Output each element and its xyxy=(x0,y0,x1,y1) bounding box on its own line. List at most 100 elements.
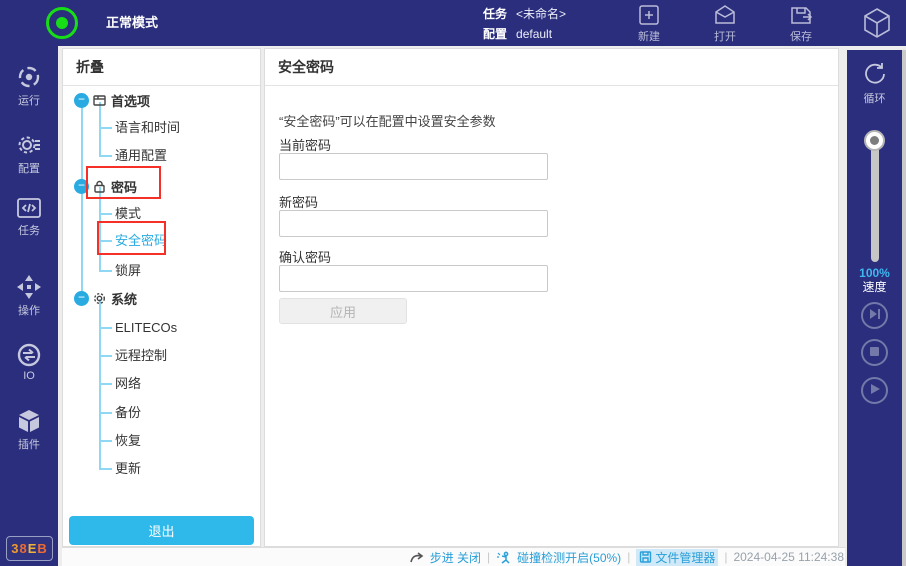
save-icon xyxy=(778,4,824,26)
sidebar-item-config[interactable]: 配置 xyxy=(0,132,58,176)
sidebar-item-label: IO xyxy=(23,370,35,382)
collision-detection-icon xyxy=(496,551,511,564)
sidebar-item-jog[interactable]: 操作 xyxy=(0,274,58,318)
settings-tree-panel: 折叠 − 首选项 语言和时间 通用配置 − 密码 模式 安全密码 锁屏 xyxy=(62,48,261,547)
tree-stub-line xyxy=(100,127,112,129)
mode-label: 正常模式 xyxy=(106,0,158,46)
speed-slider-track[interactable] xyxy=(871,138,879,262)
collapse-minus-icon[interactable]: − xyxy=(74,179,89,194)
speed-label: 速度 xyxy=(847,280,902,294)
preferences-list-icon xyxy=(93,94,106,107)
speed-percent: 100% xyxy=(847,266,902,280)
apply-button[interactable]: 应用 xyxy=(279,298,407,324)
left-nav-rail: 运行 配置 任务 操作 xyxy=(0,46,58,566)
config-label: 配置 xyxy=(483,27,507,41)
confirm-password-field[interactable] xyxy=(279,265,548,292)
tree-item-remote-control[interactable]: 远程控制 xyxy=(115,348,167,364)
sidebar-item-task[interactable]: 任务 xyxy=(0,196,58,238)
save-task-button[interactable]: 保存 xyxy=(778,4,824,44)
tree-item-language-time[interactable]: 语言和时间 xyxy=(115,120,180,136)
sidebar-item-label: 配置 xyxy=(18,163,40,175)
loop-label: 循环 xyxy=(864,93,886,105)
robot-status-indicator-icon xyxy=(46,7,78,39)
task-label: 任务 xyxy=(483,7,507,21)
new-password-field[interactable] xyxy=(279,210,548,237)
task-info: 任务 <未命名> 配置 default xyxy=(483,4,566,44)
tree-item-network[interactable]: 网络 xyxy=(115,376,141,392)
tree-branch-line xyxy=(99,102,101,157)
tree-node-password[interactable]: − 密码 xyxy=(74,177,137,195)
tree-item-mode[interactable]: 模式 xyxy=(115,206,141,222)
sidebar-item-label: 插件 xyxy=(18,439,40,451)
lock-icon xyxy=(93,180,106,193)
tree-stub-line xyxy=(100,383,112,385)
open-task-label: 打开 xyxy=(702,28,748,44)
tree-stub-line xyxy=(100,240,112,242)
speed-readout: 100% 速度 xyxy=(847,266,902,294)
elite-logo-icon xyxy=(860,6,894,40)
run-target-icon xyxy=(0,64,58,90)
status-separator: | xyxy=(627,550,630,564)
save-task-label: 保存 xyxy=(778,28,824,44)
top-bar: 正常模式 任务 <未命名> 配置 default 新建 打开 保存 xyxy=(0,0,906,46)
collapse-minus-icon[interactable]: − xyxy=(74,291,89,306)
skip-next-icon xyxy=(869,307,881,325)
tree-item-elitecos[interactable]: ELITECOs xyxy=(115,320,177,336)
tree-panel-title[interactable]: 折叠 xyxy=(63,49,260,86)
collision-detection-status[interactable]: 碰撞检测开启(50%) xyxy=(517,549,621,566)
tree-node-preferences[interactable]: − 首选项 xyxy=(74,91,150,109)
tree-trunk-line xyxy=(81,101,83,298)
file-manager-button[interactable]: 文件管理器 xyxy=(636,549,718,566)
new-file-icon xyxy=(626,4,672,26)
tree-branch-line xyxy=(99,187,101,272)
move-arrows-icon xyxy=(0,274,58,300)
task-value: <未命名> xyxy=(516,7,566,21)
gear-icon xyxy=(93,292,106,305)
status-timestamp: 2024-04-25 11:24:38 xyxy=(733,550,844,564)
tree-node-label: 首选项 xyxy=(111,91,150,110)
new-password-label: 新密码 xyxy=(279,192,318,211)
play-icon xyxy=(869,382,881,400)
tree-item-general-config[interactable]: 通用配置 xyxy=(115,148,167,164)
loop-control[interactable]: 循环 xyxy=(847,60,902,106)
new-task-label: 新建 xyxy=(626,28,672,44)
open-folder-icon xyxy=(702,4,748,26)
tree-item-lock-screen[interactable]: 锁屏 xyxy=(115,263,141,279)
speed-slider-handle[interactable] xyxy=(864,130,885,151)
tree-item-backup[interactable]: 备份 xyxy=(115,405,141,421)
new-task-button[interactable]: 新建 xyxy=(626,4,672,44)
window-edge xyxy=(902,50,906,566)
step-mode-status[interactable]: 步进 关闭 xyxy=(430,549,481,566)
play-button[interactable] xyxy=(861,377,888,404)
tree-stub-line xyxy=(100,327,112,329)
cube-icon xyxy=(0,408,58,434)
config-value: default xyxy=(516,27,552,41)
exit-button[interactable]: 退出 xyxy=(69,516,254,545)
sidebar-item-label: 操作 xyxy=(18,305,40,317)
sidebar-item-label: 任务 xyxy=(18,225,40,237)
tree-stub-line xyxy=(100,155,112,157)
safety-password-panel: 安全密码 “安全密码”可以在配置中设置安全参数 当前密码 新密码 确认密码 应用 xyxy=(264,48,839,547)
sidebar-item-plugin[interactable]: 插件 xyxy=(0,408,58,452)
collapse-minus-icon[interactable]: − xyxy=(74,93,89,108)
tree-item-safety-password[interactable]: 安全密码 xyxy=(115,233,167,249)
tree-item-update[interactable]: 更新 xyxy=(115,461,141,477)
tree-node-system[interactable]: − 系统 xyxy=(74,289,137,307)
file-manager-icon xyxy=(639,551,652,563)
right-control-rail: 循环 100% 速度 xyxy=(847,50,902,566)
tree-node-label: 系统 xyxy=(111,289,137,308)
tree-stub-line xyxy=(100,440,112,442)
current-password-field[interactable] xyxy=(279,153,548,180)
tree-item-restore[interactable]: 恢复 xyxy=(115,433,141,449)
page-title: 安全密码 xyxy=(265,49,838,86)
sidebar-item-io[interactable]: IO xyxy=(0,342,58,382)
open-task-button[interactable]: 打开 xyxy=(702,4,748,44)
code-icon xyxy=(0,196,58,220)
stop-button[interactable] xyxy=(861,339,888,366)
gear-list-icon xyxy=(0,132,58,158)
step-next-button[interactable] xyxy=(861,302,888,329)
sidebar-item-run[interactable]: 运行 xyxy=(0,64,58,108)
tree-stub-line xyxy=(100,270,112,272)
tree-stub-line xyxy=(100,355,112,357)
status-separator: | xyxy=(487,550,490,564)
